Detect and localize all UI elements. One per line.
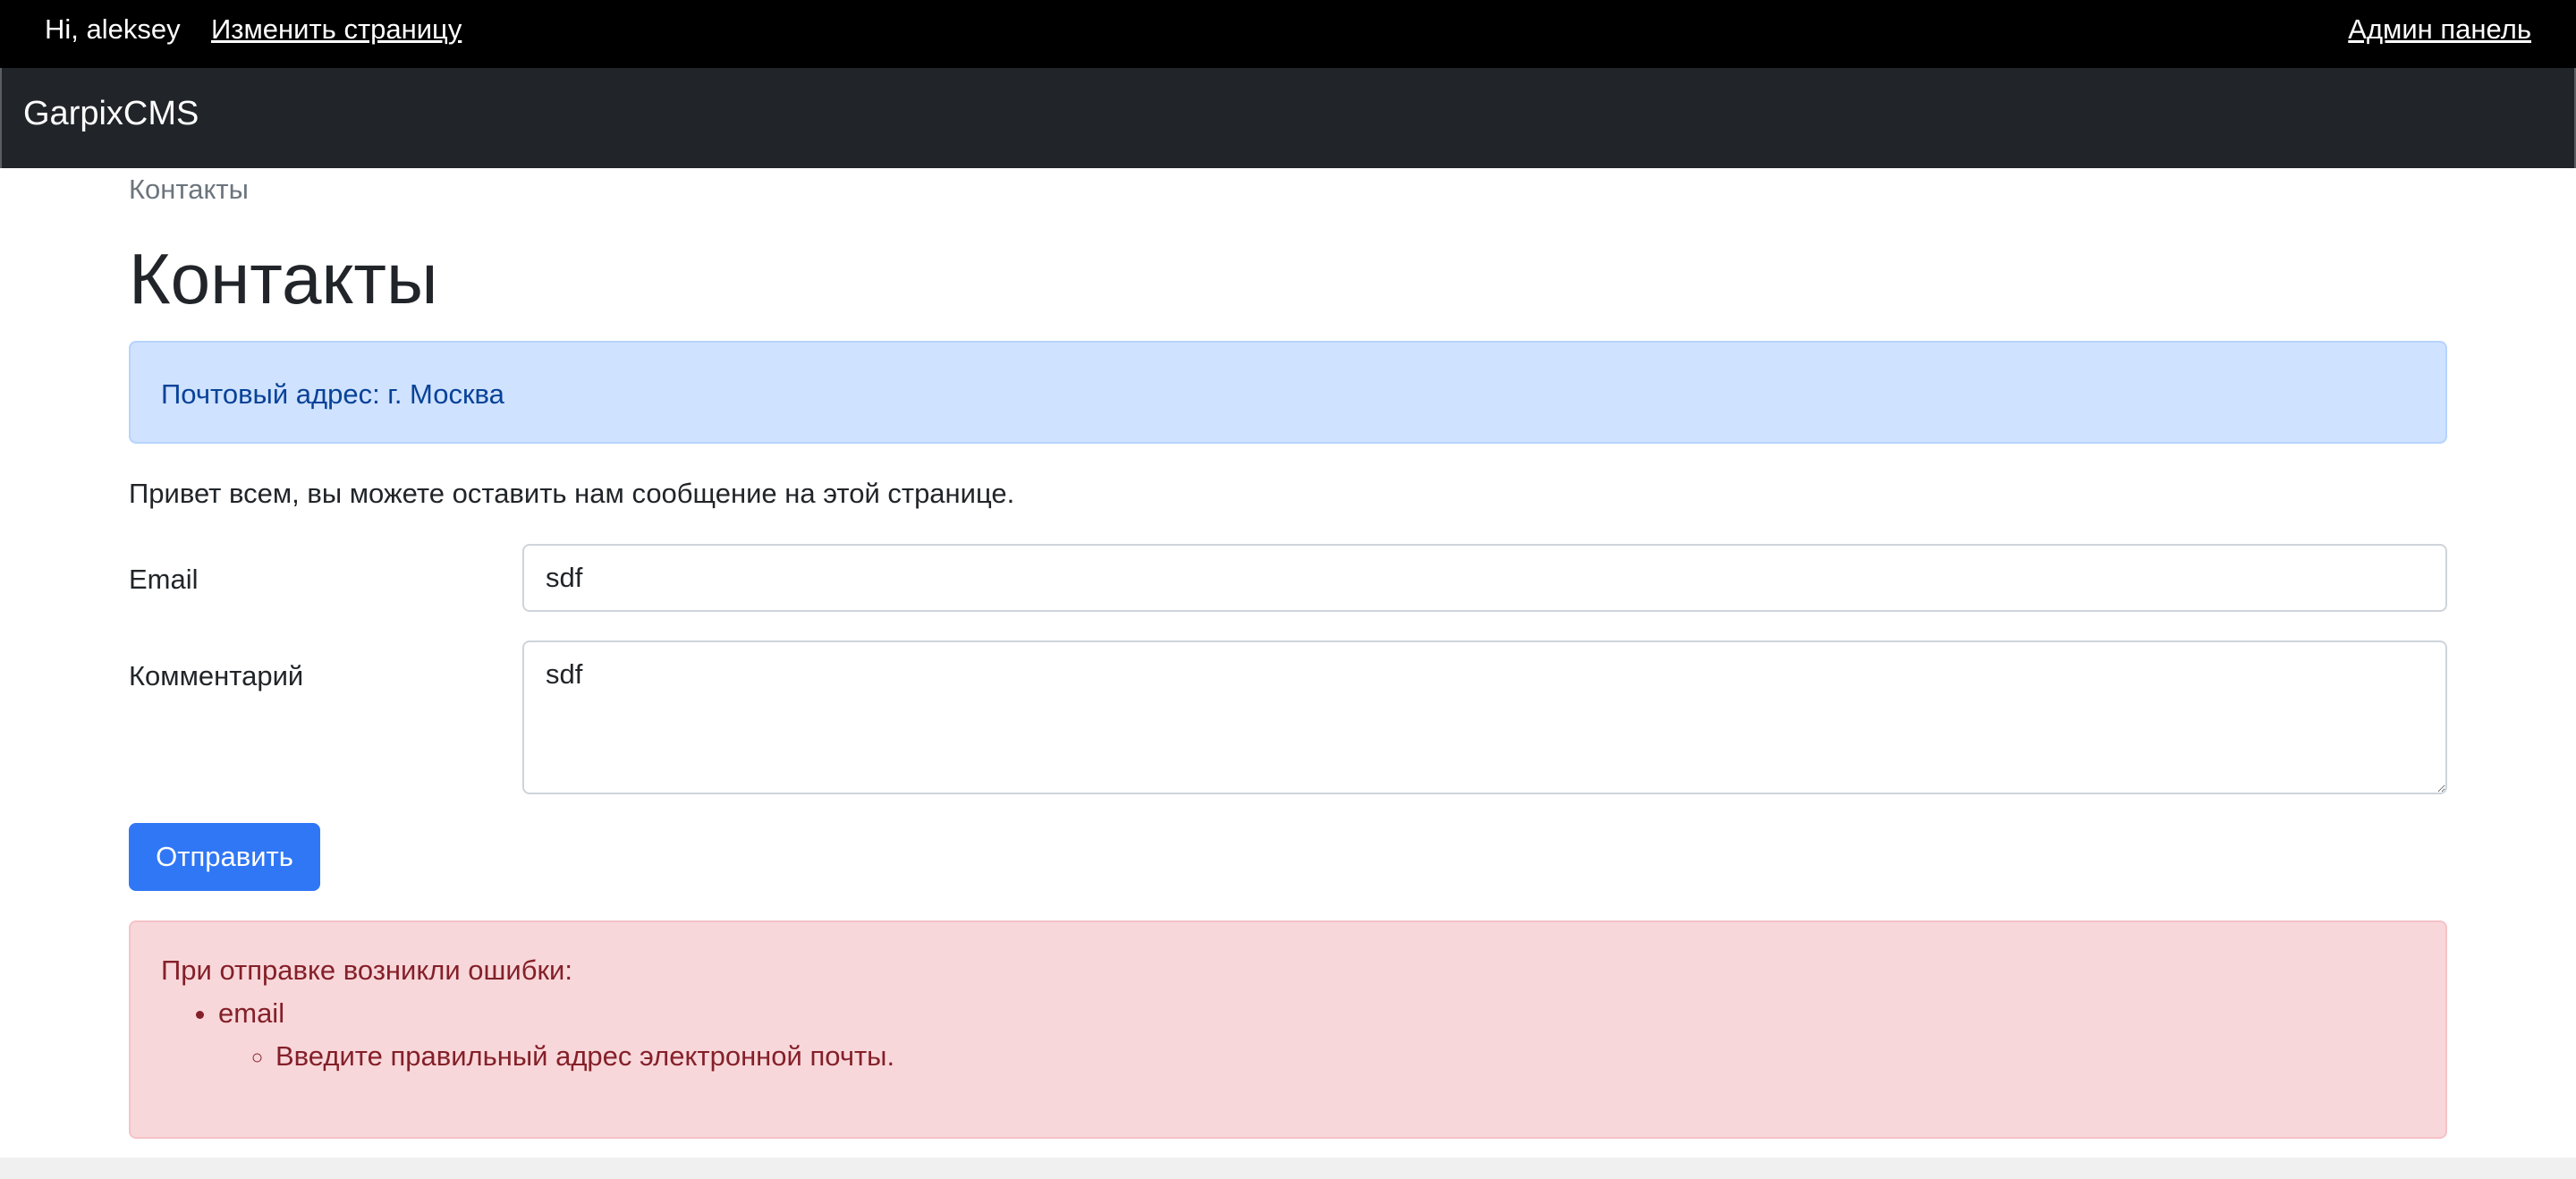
info-alert: Почтовый адрес: г. Москва	[129, 341, 2447, 444]
top-bar: Hi, aleksey Изменить страницу Админ пане…	[0, 0, 2576, 68]
email-field[interactable]	[522, 544, 2447, 612]
intro-text: Привет всем, вы можете оставить нам сооб…	[129, 478, 1015, 509]
comment-label: Комментарий	[129, 660, 304, 691]
breadcrumb: Контакты	[129, 174, 249, 205]
page-title: Контакты	[129, 239, 438, 318]
comment-textarea[interactable]: sdf	[522, 640, 2447, 794]
navbar: GarpixCMS	[0, 68, 2576, 168]
email-label: Email	[129, 564, 199, 595]
user-greeting: Hi, aleksey	[45, 13, 181, 45]
admin-panel-link[interactable]: Админ панель	[2348, 13, 2531, 46]
footer-strip	[0, 1158, 2576, 1179]
brand-logo-link[interactable]: GarpixCMS	[23, 95, 199, 133]
postal-address-text: Почтовый адрес: г. Москва	[161, 378, 504, 410]
error-heading: При отправке возникли ошибки:	[161, 954, 572, 986]
submit-button[interactable]: Отправить	[129, 823, 320, 891]
error-alert: При отправке возникли ошибки: email Введ…	[129, 920, 2447, 1139]
error-message: Введите правильный адрес электронной поч…	[275, 1040, 2415, 1073]
error-field-item: email Введите правильный адрес электронн…	[218, 997, 2415, 1073]
edit-page-link[interactable]: Изменить страницу	[211, 13, 462, 46]
error-field-name: email	[218, 997, 285, 1029]
error-message-list: Введите правильный адрес электронной поч…	[218, 1040, 2415, 1073]
error-field-list: email Введите правильный адрес электронн…	[161, 997, 2415, 1073]
